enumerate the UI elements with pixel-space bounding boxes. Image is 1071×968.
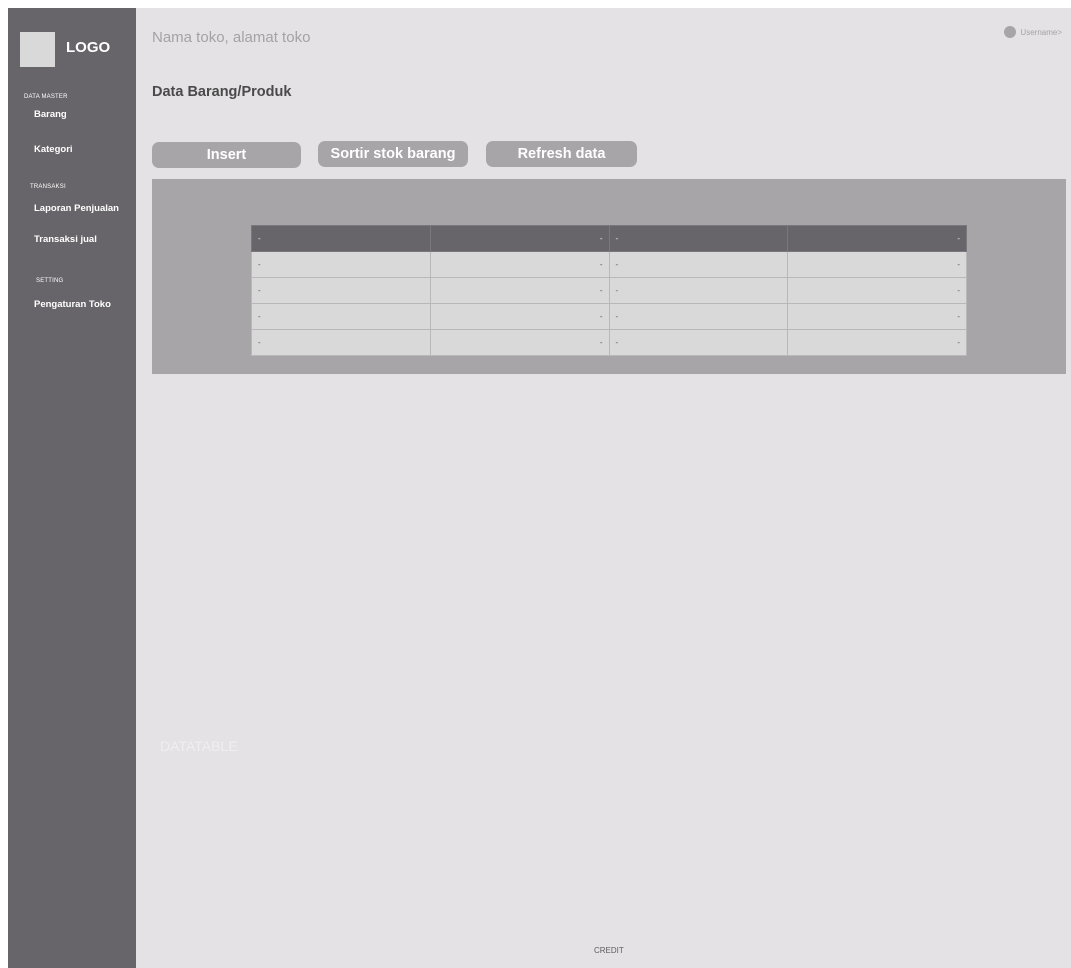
table-cell: - <box>429 251 610 278</box>
table-cell: - <box>251 277 431 304</box>
sidebar-item-pengaturan-toko[interactable]: Pengaturan Toko <box>34 299 111 310</box>
table-cell: - <box>251 329 431 356</box>
refresh-data-button[interactable]: Refresh data <box>486 141 637 167</box>
sidebar-item-laporan-penjualan[interactable]: Laporan Penjualan <box>34 203 119 214</box>
sidebar-section-data-master: DATA MASTER <box>24 94 68 100</box>
table-header-row: - - - - <box>251 225 967 252</box>
sidebar-item-barang[interactable]: Barang <box>34 109 67 120</box>
data-table: - - - - - - - - - - - - - - - - - - - - <box>251 225 967 356</box>
table-cell: - <box>429 277 610 304</box>
table-cell: - <box>787 277 967 304</box>
sort-stock-button[interactable]: Sortir stok barang <box>318 141 468 167</box>
table-row[interactable]: - - - - <box>251 251 967 278</box>
table-row[interactable]: - - - - <box>251 277 967 304</box>
sidebar-section-transaksi: TRANSAKSI <box>30 184 66 190</box>
table-cell: - <box>787 329 967 356</box>
table-cell: - <box>787 251 967 278</box>
table-header-cell: - <box>429 225 610 252</box>
table-header-cell: - <box>251 225 431 252</box>
table-cell: - <box>251 303 431 330</box>
username-label: Username> <box>1020 27 1062 37</box>
table-row[interactable]: - - - - <box>251 329 967 356</box>
table-header-cell: - <box>787 225 967 252</box>
logo-text: LOGO <box>66 39 111 56</box>
table-cell: - <box>429 303 610 330</box>
sidebar-item-kategori[interactable]: Kategori <box>34 144 73 155</box>
page-title: Data Barang/Produk <box>152 84 292 100</box>
table-cell: - <box>608 277 789 304</box>
credit-footer: CREDIT <box>594 946 624 955</box>
sidebar-section-setting: SETTING <box>36 278 64 284</box>
sidebar: LOGO DATA MASTER Barang Kategori TRANSAK… <box>8 8 136 968</box>
table-cell: - <box>251 251 431 278</box>
data-panel: - - - - - - - - - - - - - - - - - - - - <box>152 179 1066 374</box>
table-cell: - <box>608 303 789 330</box>
user-menu[interactable]: Username> <box>1004 26 1062 38</box>
insert-button[interactable]: Insert <box>152 142 301 168</box>
datatable-label: DATATABLE <box>160 738 238 754</box>
table-cell: - <box>608 329 789 356</box>
store-title: Nama toko, alamat toko <box>152 29 311 46</box>
table-cell: - <box>429 329 610 356</box>
table-header-cell: - <box>608 225 789 252</box>
user-avatar-icon <box>1004 26 1017 38</box>
table-row[interactable]: - - - - <box>251 303 967 330</box>
sidebar-item-transaksi-jual[interactable]: Transaksi jual <box>34 234 97 245</box>
table-cell: - <box>787 303 967 330</box>
table-cell: - <box>608 251 789 278</box>
logo-image <box>20 32 55 67</box>
